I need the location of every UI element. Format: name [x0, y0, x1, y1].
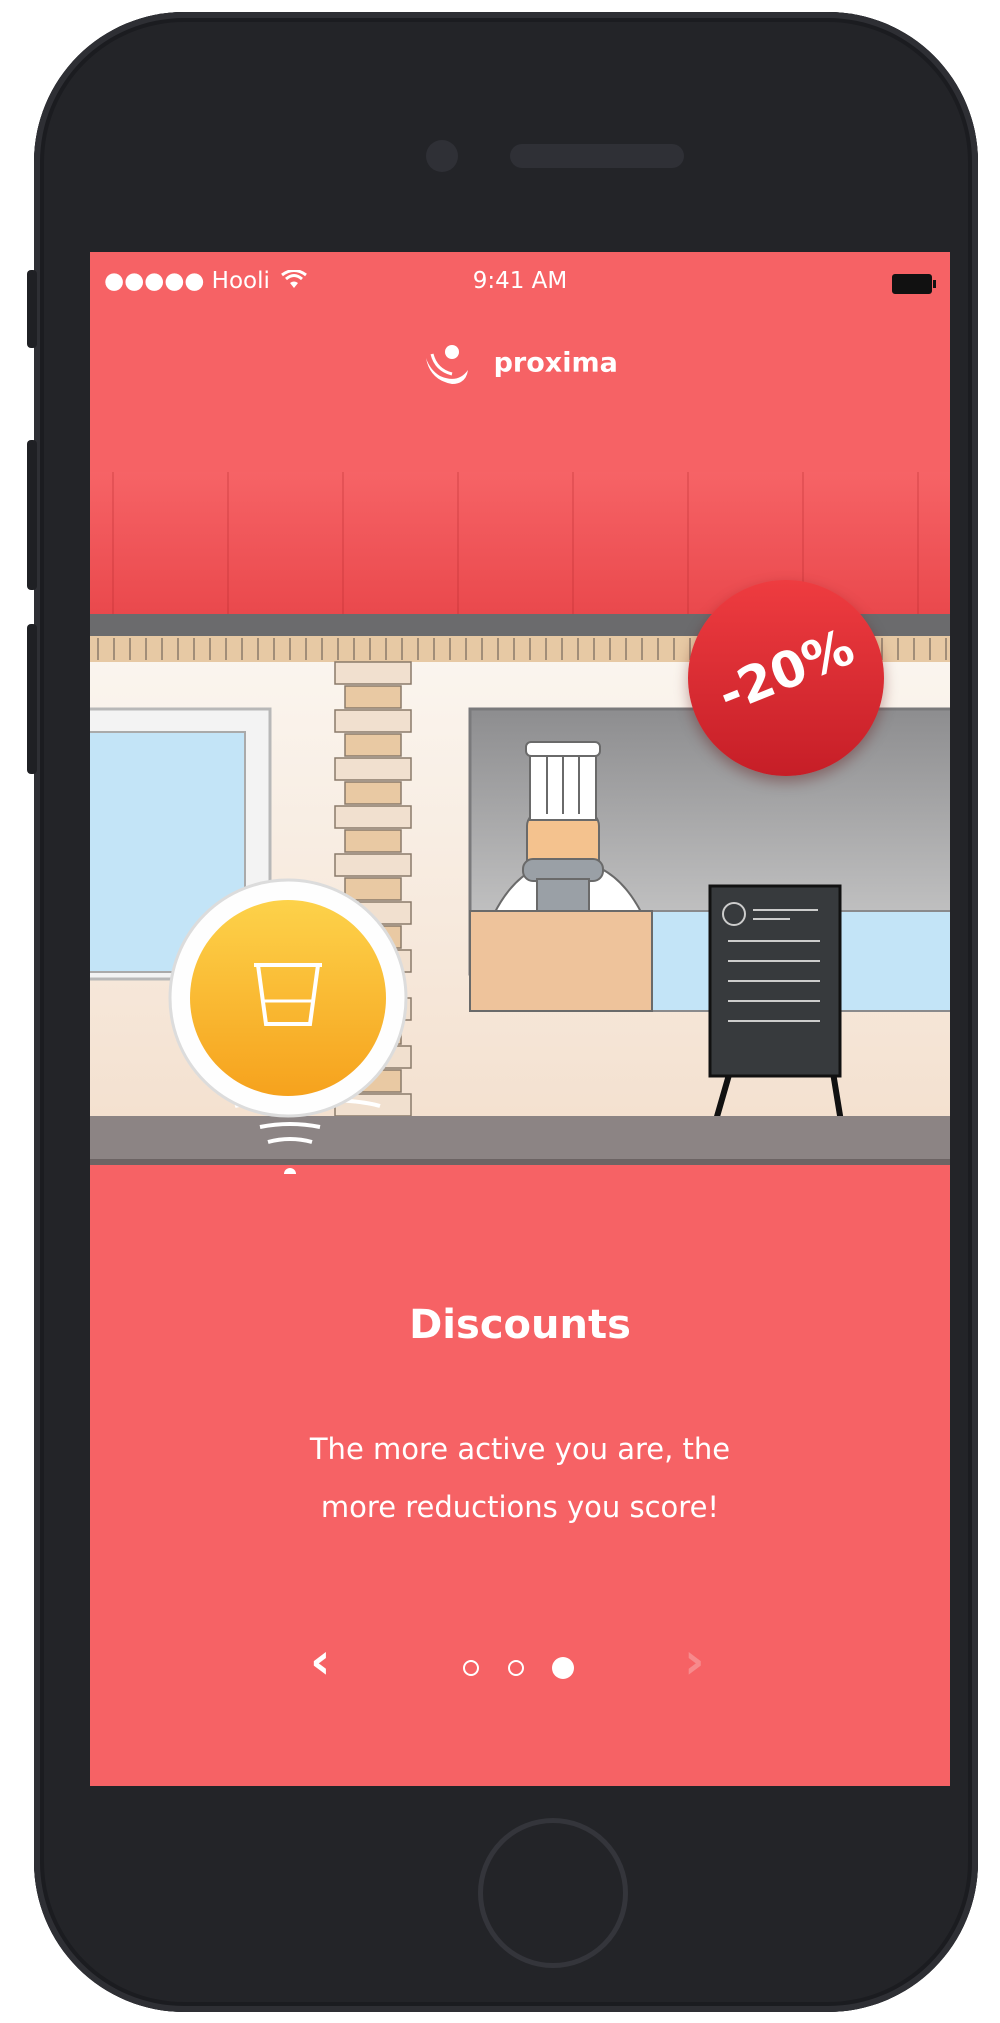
awning-seam	[227, 472, 229, 622]
mute-switch[interactable]	[27, 270, 37, 348]
awning-seam	[572, 472, 574, 622]
battery-icon	[892, 274, 936, 294]
column-brick	[344, 733, 402, 757]
status-time: 9:41 AM	[472, 268, 568, 294]
column-brick	[334, 805, 412, 829]
brand-name: proxima	[493, 347, 618, 379]
awning-seam	[112, 472, 114, 622]
column-brick	[344, 781, 402, 805]
onboarding-pager: ‹ ›	[90, 1632, 950, 1692]
awning-seam	[687, 472, 689, 622]
status-bar: ●●●●● Hooli 9:41 AM	[90, 264, 950, 300]
column-brick	[334, 853, 412, 877]
column-brick	[334, 757, 412, 781]
page-dot-active[interactable]	[552, 1657, 574, 1679]
volume-down-button[interactable]	[27, 624, 37, 774]
pavement	[90, 1116, 950, 1164]
column-brick	[344, 877, 402, 901]
volume-up-button[interactable]	[27, 440, 37, 590]
column-brick	[344, 685, 402, 709]
column-brick	[334, 709, 412, 733]
brand-logo: proxima	[90, 340, 950, 388]
column-brick	[334, 661, 412, 685]
home-button[interactable]	[478, 1818, 628, 1968]
column-brick	[344, 829, 402, 853]
chevron-left-icon[interactable]: ‹	[310, 1632, 331, 1690]
curb	[90, 1159, 950, 1165]
discount-badge: -20%	[688, 580, 884, 776]
front-camera	[426, 140, 458, 172]
slide-description: The more active you are, the more reduct…	[309, 1432, 731, 1524]
slide-title: Discounts	[409, 1302, 631, 1348]
awning-seam	[342, 472, 344, 622]
chevron-right-icon[interactable]: ›	[684, 1632, 705, 1690]
earpiece-speaker	[510, 144, 684, 168]
awning-seam	[917, 472, 919, 622]
awning-seam	[457, 472, 459, 622]
screen: ●●●●● Hooli 9:41 AM proxima -20% Discoun…	[90, 252, 950, 1786]
proxima-logo-icon	[426, 345, 469, 384]
discount-badge-label: -20%	[710, 617, 862, 725]
counter	[469, 910, 653, 1012]
cup-beacon	[168, 878, 408, 1118]
page-dot[interactable]	[463, 1660, 479, 1676]
page-dot[interactable]	[508, 1660, 524, 1676]
